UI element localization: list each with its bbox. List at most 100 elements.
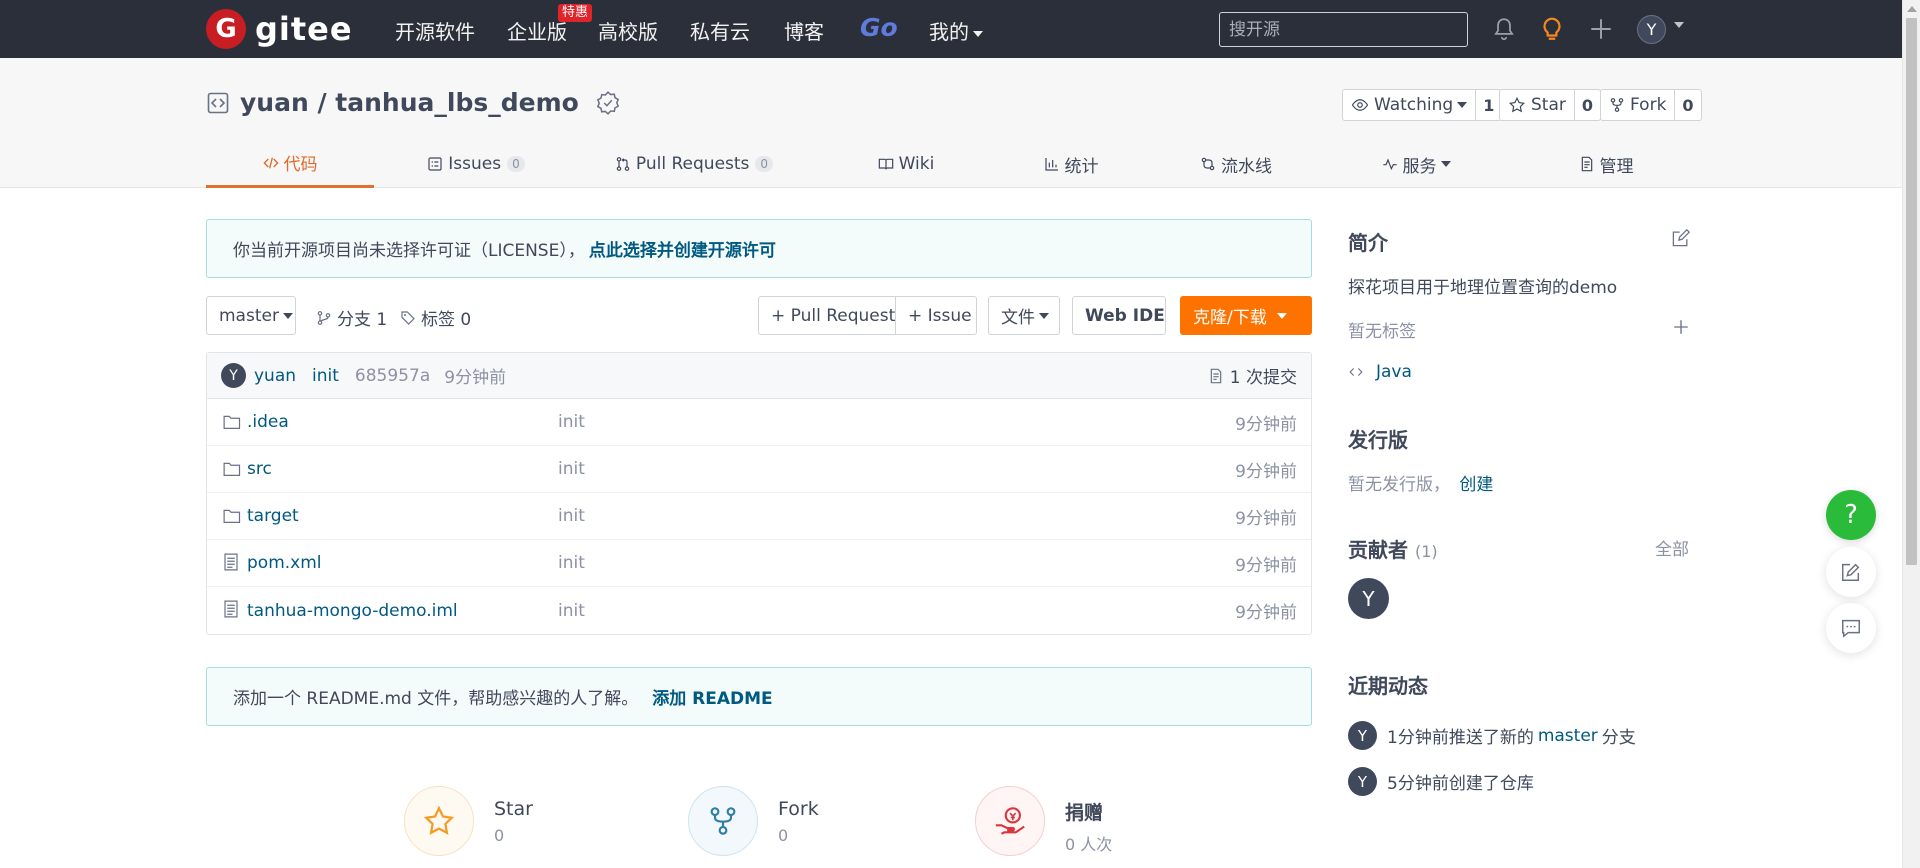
add-readme-link[interactable]: 添加 README bbox=[652, 684, 772, 709]
bottom-donate-stat[interactable]: 捐赠 0 人次 bbox=[975, 786, 1112, 856]
file-commit-message[interactable]: init bbox=[558, 412, 585, 432]
activity-avatar[interactable]: Y bbox=[1348, 721, 1377, 750]
project-title: yuan / tanhua_lbs_demo bbox=[206, 88, 621, 117]
repo-name-link[interactable]: yuan / tanhua_lbs_demo bbox=[240, 88, 579, 117]
lightbulb-icon[interactable] bbox=[1539, 16, 1565, 42]
bell-icon[interactable] bbox=[1491, 16, 1517, 42]
scroll-thumb[interactable] bbox=[1906, 18, 1917, 565]
fork-button[interactable]: Fork bbox=[1601, 90, 1674, 120]
file-name[interactable]: tanhua-mongo-demo.iml bbox=[247, 601, 458, 621]
star-count[interactable]: 0 bbox=[1573, 90, 1600, 120]
bottom-star-title: Star bbox=[494, 798, 533, 820]
tab-issues[interactable]: Issues 0 bbox=[406, 140, 546, 188]
create-license-link[interactable]: 点此选择并创建开源许可 bbox=[589, 236, 776, 261]
contributor-avatar[interactable]: Y bbox=[1348, 578, 1389, 619]
commit-author[interactable]: yuan bbox=[254, 366, 296, 386]
user-avatar[interactable]: Y bbox=[1637, 15, 1666, 44]
file-row[interactable]: pom.xml init 9分钟前 bbox=[207, 540, 1311, 587]
commit-author-avatar[interactable]: Y bbox=[221, 363, 246, 388]
nav-mine[interactable]: 我的 bbox=[929, 16, 983, 45]
watch-count[interactable]: 1 bbox=[1475, 90, 1501, 120]
search-input[interactable] bbox=[1219, 12, 1468, 47]
branch-select[interactable]: master bbox=[206, 296, 296, 335]
chevron-down-icon[interactable] bbox=[1674, 22, 1684, 28]
tab-pull-requests[interactable]: Pull Requests 0 bbox=[606, 140, 782, 188]
nav-open-source[interactable]: 开源软件 bbox=[395, 16, 475, 45]
star-circle bbox=[404, 786, 474, 856]
bottom-star-stat[interactable]: Star 0 bbox=[404, 786, 533, 856]
gitee-logo[interactable]: G gitee bbox=[206, 9, 353, 49]
contributors-all-link[interactable]: 全部 bbox=[1655, 535, 1689, 560]
file-commit-message[interactable]: init bbox=[558, 601, 585, 621]
tags-label: 标签 0 bbox=[421, 310, 472, 330]
bottom-donate-value: 0 人次 bbox=[1065, 835, 1113, 854]
pull-request-icon bbox=[616, 157, 630, 171]
activity-avatar[interactable]: Y bbox=[1348, 767, 1377, 796]
file-commit-message[interactable]: init bbox=[558, 459, 585, 479]
tab-code[interactable]: 代码 bbox=[206, 140, 374, 188]
feedback-button[interactable] bbox=[1826, 547, 1876, 597]
branches-link[interactable]: 分支 1 bbox=[316, 305, 387, 330]
tab-code-label: 代码 bbox=[283, 155, 318, 175]
file-name[interactable]: target bbox=[247, 506, 299, 526]
file-row[interactable]: src init 9分钟前 bbox=[207, 446, 1311, 493]
clone-download-label: 克隆/下载 bbox=[1193, 308, 1267, 328]
nav-go[interactable]: Go bbox=[860, 13, 898, 42]
bottom-fork-stat[interactable]: Fork 0 bbox=[688, 786, 819, 856]
file-name[interactable]: src bbox=[247, 459, 272, 479]
file-name[interactable]: .idea bbox=[247, 412, 289, 432]
file-commit-message[interactable]: init bbox=[558, 506, 585, 526]
file-row[interactable]: tanhua-mongo-demo.iml init 9分钟前 bbox=[207, 587, 1311, 634]
chat-button[interactable] bbox=[1826, 603, 1876, 653]
tab-manage[interactable]: 管理 bbox=[1546, 140, 1666, 188]
plus-icon[interactable] bbox=[1672, 318, 1690, 336]
file-row[interactable]: .idea init 9分钟前 bbox=[207, 399, 1311, 446]
gvp-badge-icon[interactable] bbox=[595, 90, 621, 116]
fork-count[interactable]: 0 bbox=[1674, 90, 1700, 120]
file-name[interactable]: pom.xml bbox=[247, 553, 322, 573]
tab-wiki[interactable]: Wiki bbox=[846, 140, 966, 188]
commit-hash[interactable]: 685957a bbox=[355, 366, 430, 386]
tab-pipeline[interactable]: 流水线 bbox=[1166, 140, 1306, 188]
tags-link[interactable]: 标签 0 bbox=[400, 305, 471, 330]
plus-icon[interactable] bbox=[1588, 16, 1614, 42]
web-ide-button[interactable]: Web IDE bbox=[1072, 296, 1166, 335]
fork-circle bbox=[688, 786, 758, 856]
clone-download-button[interactable]: 克隆/下载 bbox=[1180, 296, 1312, 335]
scroll-up-arrow[interactable] bbox=[1907, 6, 1917, 12]
activity-branch-link[interactable]: master bbox=[1538, 726, 1598, 746]
promo-badge: 特惠 bbox=[558, 4, 593, 22]
code-icon bbox=[1349, 368, 1363, 376]
watch-label: Watching bbox=[1374, 95, 1454, 115]
language-item[interactable]: Java bbox=[1348, 362, 1412, 382]
new-issue-button[interactable]: + Issue bbox=[895, 296, 977, 335]
new-pull-request-button[interactable]: + Pull Request bbox=[758, 296, 896, 335]
commit-count-link[interactable]: 1 次提交 bbox=[1208, 363, 1297, 388]
star-button[interactable]: Star bbox=[1500, 90, 1574, 120]
help-button[interactable]: ? bbox=[1826, 490, 1876, 540]
file-menu-button[interactable]: 文件 bbox=[988, 296, 1060, 335]
nav-education[interactable]: 高校版 bbox=[598, 16, 658, 45]
edit-icon[interactable] bbox=[1671, 229, 1690, 248]
tab-stats[interactable]: 统计 bbox=[1006, 140, 1136, 188]
nav-private-cloud[interactable]: 私有云 bbox=[690, 16, 750, 45]
create-release-link[interactable]: 创建 bbox=[1459, 475, 1493, 495]
readme-notice: 添加一个 README.md 文件，帮助感兴趣的人了解。 添加 README bbox=[206, 667, 1312, 726]
chat-icon bbox=[1842, 619, 1860, 638]
page-scrollbar[interactable] bbox=[1902, 0, 1920, 868]
tab-wiki-label: Wiki bbox=[898, 154, 935, 174]
wiki-book-icon bbox=[878, 158, 893, 170]
issues-count: 0 bbox=[507, 156, 525, 172]
tab-services[interactable]: 服务 bbox=[1346, 140, 1486, 188]
branch-select-value: master bbox=[219, 305, 279, 326]
fork-icon bbox=[710, 807, 736, 835]
file-row[interactable]: target init 9分钟前 bbox=[207, 493, 1311, 540]
star-icon bbox=[1508, 96, 1526, 113]
file-commit-message[interactable]: init bbox=[558, 553, 585, 573]
fork-group: Fork 0 bbox=[1600, 89, 1702, 121]
watch-button[interactable]: Watching bbox=[1343, 90, 1475, 120]
pull-requests-count: 0 bbox=[755, 156, 774, 172]
watch-group: Watching 1 bbox=[1342, 89, 1503, 121]
commit-message[interactable]: init bbox=[312, 366, 339, 386]
nav-blog[interactable]: 博客 bbox=[784, 16, 824, 45]
